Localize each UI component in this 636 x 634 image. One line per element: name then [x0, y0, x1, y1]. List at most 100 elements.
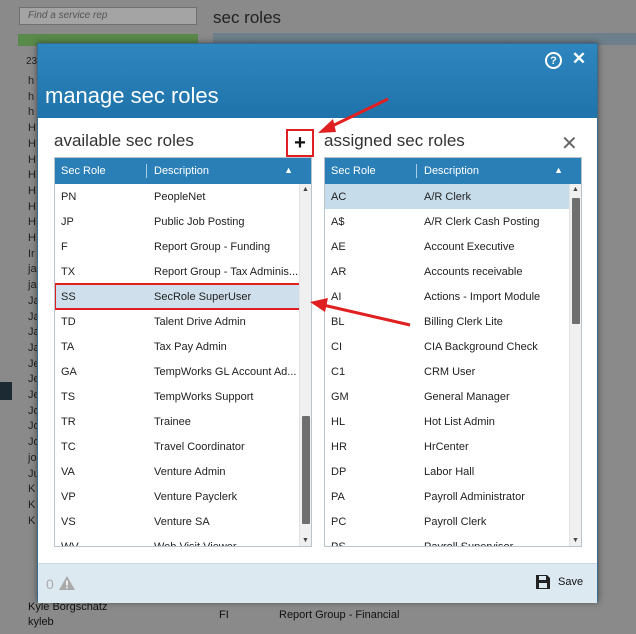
service-rep-names: Kyle Borgschatz kyleb [28, 600, 107, 630]
sec-role-code: AR [331, 265, 347, 278]
table-row[interactable]: A$ A/R Clerk Cash Posting [325, 209, 581, 234]
rep-count: 23 [26, 56, 38, 67]
table-row[interactable]: JP Public Job Posting [55, 209, 311, 234]
sort-asc-icon[interactable]: ▲ [554, 165, 563, 175]
sec-role-code: A$ [331, 215, 345, 228]
assigned-sec-roles-title: assigned sec roles [324, 131, 465, 150]
sec-role-description: Public Job Posting [154, 215, 245, 228]
scroll-up-icon[interactable]: ▲ [572, 186, 579, 193]
available-sec-roles-title: available sec roles [54, 131, 194, 150]
sec-role-description: General Manager [424, 390, 510, 403]
sec-role-code: VP [61, 490, 76, 503]
table-row[interactable]: VA Venture Admin [55, 459, 311, 484]
table-row[interactable]: TR Trainee [55, 409, 311, 434]
sec-role-code: HL [331, 415, 346, 428]
sec-role-code: TD [61, 315, 76, 328]
sec-role-description: Report Group - Tax Adminis... [154, 265, 299, 278]
remove-all-icon[interactable]: ✕ [561, 131, 578, 156]
table-row[interactable]: TA Tax Pay Admin [55, 334, 311, 359]
table-row[interactable]: PN PeopleNet [55, 184, 311, 209]
sec-role-code: VS [61, 515, 76, 528]
table-row[interactable]: TS TempWorks Support [55, 384, 311, 409]
table-row[interactable]: VP Venture Payclerk [55, 484, 311, 509]
table-row[interactable]: TD Talent Drive Admin [55, 309, 311, 334]
selected-rep-marker [0, 382, 12, 400]
sec-role-code: TX [61, 265, 76, 278]
sec-role-description: Actions - Import Module [424, 290, 541, 303]
sec-role-description: CIA Background Check [424, 340, 538, 353]
table-row[interactable]: PA Payroll Administrator [325, 484, 581, 509]
sec-role-description: Tax Pay Admin [154, 340, 227, 353]
table-row[interactable]: DP Labor Hall [325, 459, 581, 484]
warning-icon [59, 576, 75, 590]
sec-role-description: HrCenter [424, 440, 469, 453]
table-row[interactable]: AE Account Executive [325, 234, 581, 259]
sec-role-description: Venture Admin [154, 465, 226, 478]
scroll-up-icon[interactable]: ▲ [302, 186, 309, 193]
col-header-sec-role[interactable]: Sec Role [55, 164, 147, 178]
scroll-thumb[interactable] [572, 198, 580, 324]
table-row[interactable]: BL Billing Clerk Lite [325, 309, 581, 334]
sec-role-code: SS [61, 290, 76, 303]
sec-role-description: TempWorks Support [154, 390, 254, 403]
table-row[interactable]: HR HrCenter [325, 434, 581, 459]
table-row[interactable]: TC Travel Coordinator [55, 434, 311, 459]
close-icon[interactable]: ✕ [570, 49, 588, 68]
list-item[interactable]: kyleb [28, 615, 107, 630]
save-button[interactable]: Save [535, 574, 583, 590]
table-row[interactable]: PS Payroll Supervisor [325, 534, 581, 547]
table-row[interactable]: CI CIA Background Check [325, 334, 581, 359]
sort-asc-icon[interactable]: ▲ [284, 165, 293, 175]
table-row[interactable]: TX Report Group - Tax Adminis... [55, 259, 311, 284]
help-icon[interactable]: ? [545, 52, 562, 69]
sec-role-code: BL [331, 315, 345, 328]
scroll-down-icon[interactable]: ▼ [302, 537, 309, 544]
manage-sec-roles-dialog: ? ✕ manage sec roles available sec roles… [37, 43, 598, 603]
sec-role-code: AI [331, 290, 342, 303]
scroll-down-icon[interactable]: ▼ [572, 537, 579, 544]
table-row[interactable]: SS SecRole SuperUser [55, 283, 311, 310]
sec-role-description: SecRole SuperUser [154, 290, 252, 303]
table-row[interactable]: C1 CRM User [325, 359, 581, 384]
sec-role-description: TempWorks GL Account Ad... [154, 365, 297, 378]
table-row[interactable]: GA TempWorks GL Account Ad... [55, 359, 311, 384]
sec-role-code: TC [61, 440, 76, 453]
table-row[interactable]: WV Web Visit Viewer [55, 534, 311, 547]
table-row[interactable]: AI Actions - Import Module [325, 284, 581, 309]
scroll-thumb[interactable] [302, 416, 310, 524]
dialog-footer: 0 Save [38, 563, 597, 603]
sec-role-code: WV [61, 540, 79, 547]
sec-role-description: Hot List Admin [424, 415, 495, 428]
table-row[interactable]: GM General Manager [325, 384, 581, 409]
warning-count: 0 [46, 576, 54, 592]
sec-role-code: JP [61, 215, 74, 228]
table-row[interactable]: HL Hot List Admin [325, 409, 581, 434]
add-sec-role-button[interactable]: + [286, 129, 314, 157]
col-header-sec-role[interactable]: Sec Role [325, 164, 417, 178]
sec-role-description: Payroll Supervisor [424, 540, 514, 547]
floppy-disk-icon [536, 575, 550, 589]
sec-role-description: Web Visit Viewer [154, 540, 237, 547]
sec-role-code: AE [331, 240, 346, 253]
sec-role-code: GM [331, 390, 349, 403]
table-row[interactable]: PC Payroll Clerk [325, 509, 581, 534]
sec-role-code: DP [331, 465, 347, 478]
sec-role-description: Accounts receivable [424, 265, 523, 278]
sec-role-description: Trainee [154, 415, 191, 428]
sec-role-code: HR [331, 440, 347, 453]
sec-role-description: Travel Coordinator [154, 440, 245, 453]
assigned-scrollbar[interactable]: ▲ ▼ [569, 184, 581, 546]
table-row[interactable]: F Report Group - Funding [55, 234, 311, 259]
sec-role-code: F [61, 240, 68, 253]
table-row[interactable]: AR Accounts receivable [325, 259, 581, 284]
available-scrollbar[interactable]: ▲ ▼ [299, 184, 311, 546]
sec-role-description: Venture Payclerk [154, 490, 238, 503]
service-rep-search-input[interactable]: Find a service rep [19, 7, 197, 25]
table-row[interactable]: AC A/R Clerk [325, 184, 581, 209]
sec-role-description: Venture SA [154, 515, 210, 528]
sec-role-description: A/R Clerk [424, 190, 472, 203]
table-row[interactable]: VS Venture SA [55, 509, 311, 534]
sec-role-description: Report Group - Funding [154, 240, 271, 253]
sec-role-code: TR [61, 415, 76, 428]
available-sec-roles-grid: Sec Role Description ▲ PN PeopleNet JP Publ… [54, 157, 312, 547]
